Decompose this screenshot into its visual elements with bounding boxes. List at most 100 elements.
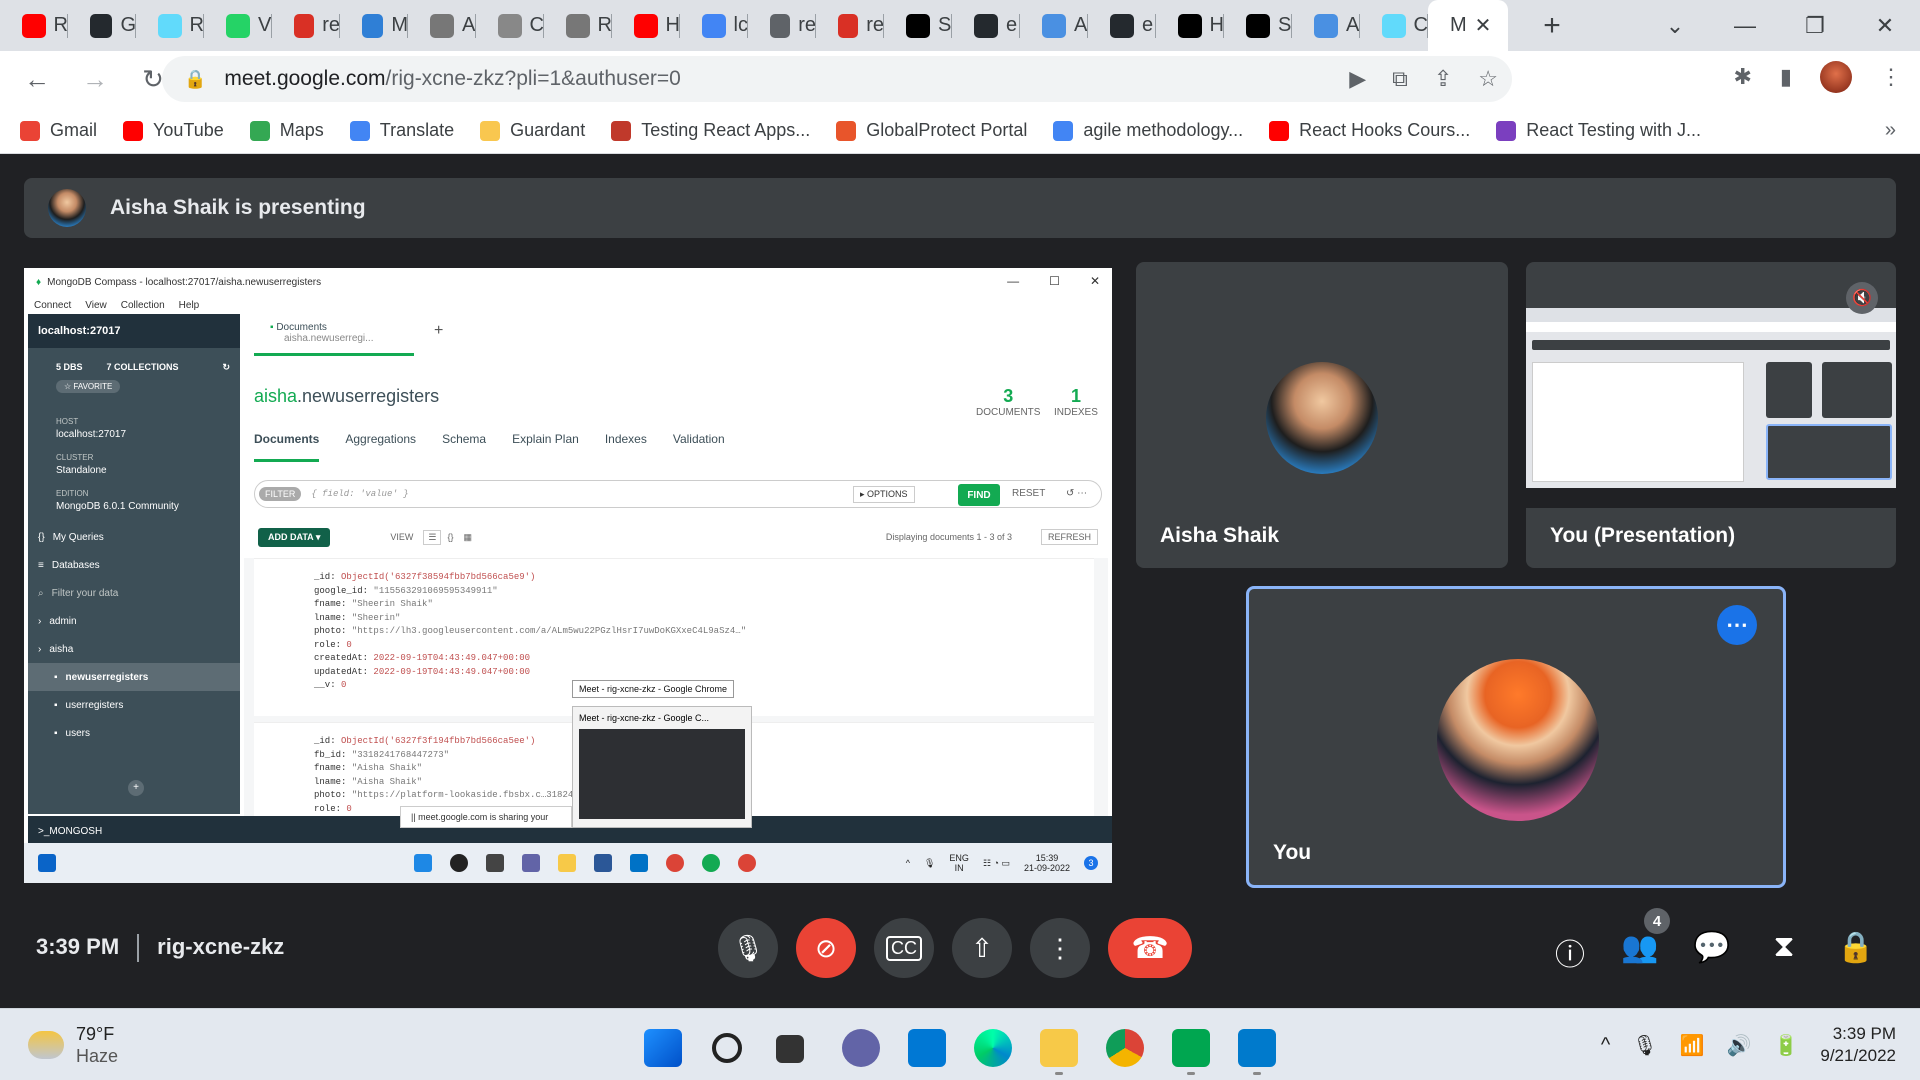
tab-19[interactable]: A <box>1292 0 1360 51</box>
side-panel-icon[interactable]: ▮ <box>1780 64 1792 90</box>
more-options-button[interactable]: ⋮ <box>1030 918 1090 978</box>
tree-label: userregisters <box>65 699 124 711</box>
tab-4[interactable]: re <box>272 0 340 51</box>
file-explorer-icon[interactable] <box>1040 1029 1078 1075</box>
tray-volume-icon[interactable]: 🔊 <box>1727 1033 1752 1058</box>
task-view-icon[interactable] <box>776 1035 804 1063</box>
address-bar[interactable]: 🔒 meet.google.com/rig-xcne-zkz?pli=1&aut… <box>162 56 1512 102</box>
tab-5[interactable]: M <box>340 0 408 51</box>
tab-13[interactable]: S <box>884 0 952 51</box>
tab-17[interactable]: H <box>1156 0 1224 51</box>
tab-9[interactable]: H <box>612 0 680 51</box>
start-icon[interactable] <box>644 1029 682 1067</box>
bookmark-label: agile methodology... <box>1083 120 1244 140</box>
bookmark-item[interactable]: Translate <box>349 120 454 141</box>
chat-app-icon[interactable] <box>842 1029 880 1067</box>
weather-temp: 79°F <box>76 1024 115 1044</box>
shared-lang: ENG IN <box>949 853 969 873</box>
tab-20[interactable]: C <box>1360 0 1428 51</box>
more-vert-icon: ⋮ <box>1047 932 1073 963</box>
microphone-button[interactable]: 🎙 <box>718 918 778 978</box>
tab-11[interactable]: re <box>748 0 816 51</box>
profile-avatar[interactable] <box>1820 61 1852 93</box>
tab-7[interactable]: C <box>476 0 544 51</box>
restore-icon[interactable]: ❐ <box>1780 13 1850 39</box>
bookmark-item[interactable]: Testing React Apps... <box>611 120 810 141</box>
bookmark-star-icon[interactable]: ☆ <box>1478 66 1498 92</box>
close-window-icon[interactable]: ✕ <box>1850 13 1920 39</box>
tab-0[interactable]: R <box>0 0 68 51</box>
search-icon[interactable] <box>712 1033 742 1063</box>
tray-chevron-icon[interactable]: ^ <box>1601 1034 1610 1057</box>
people-button[interactable]: 👥 <box>1620 930 1660 965</box>
tab-10[interactable]: lc <box>680 0 748 51</box>
weather-widget[interactable]: 79°F Haze <box>28 1023 118 1067</box>
edge-icon[interactable] <box>974 1029 1012 1067</box>
menu-icon[interactable]: ⋮ <box>1880 64 1902 90</box>
tab-14[interactable]: e <box>952 0 1020 51</box>
tab-3[interactable]: V <box>204 0 272 51</box>
chat-button[interactable]: 💬 <box>1692 930 1732 965</box>
mute-icon[interactable]: 🔇 <box>1846 282 1878 314</box>
bookmark-item[interactable]: Gmail <box>20 120 97 141</box>
tab-label: S <box>1278 14 1292 36</box>
tile-presentation[interactable]: 🔇 You (Presentation) <box>1526 262 1896 568</box>
dbs-count: 5 DBS <box>56 362 83 372</box>
tray-mic-icon[interactable]: 🎙 <box>1632 1033 1657 1058</box>
new-tab-button[interactable]: + <box>1532 9 1572 43</box>
camera-icon[interactable]: ▶ <box>1349 66 1366 92</box>
chrome-icon[interactable] <box>1106 1029 1144 1067</box>
meeting-details-button[interactable]: ⓘ <box>1550 930 1590 974</box>
testing-icon <box>1496 120 1517 141</box>
activities-button[interactable]: ⧗ <box>1764 930 1804 964</box>
tile-more-options-icon[interactable]: ⋯ <box>1717 605 1757 645</box>
shared-screen[interactable]: ♦ MongoDB Compass - localhost:27017/aish… <box>24 268 1112 883</box>
youtube-icon <box>123 120 144 141</box>
host-controls-button[interactable]: 🔒 <box>1836 930 1876 965</box>
bookmark-item[interactable]: YouTube <box>123 120 224 141</box>
tab-8[interactable]: R <box>544 0 612 51</box>
extensions-icon[interactable]: ✱ <box>1733 64 1751 90</box>
back-icon[interactable]: ← <box>16 64 58 95</box>
bookmark-item[interactable]: GlobalProtect Portal <box>836 120 1027 141</box>
participant-count-badge: 4 <box>1644 908 1670 934</box>
forward-icon[interactable]: → <box>74 64 116 95</box>
share-icon[interactable]: ⇪ <box>1434 66 1452 92</box>
tab-16[interactable]: e <box>1088 0 1156 51</box>
lock-icon[interactable]: 🔒 <box>184 69 206 90</box>
tile-aisha-shaik[interactable]: Aisha Shaik <box>1136 262 1508 568</box>
tile-you[interactable]: ⋯ You <box>1246 586 1786 888</box>
presenting-banner: Aisha Shaik is presenting <box>24 178 1896 238</box>
tray-clock[interactable]: 3:39 PM 9/21/2022 <box>1820 1023 1896 1067</box>
present-button[interactable]: ⇧ <box>952 918 1012 978</box>
tray-wifi-icon[interactable]: 📶 <box>1680 1033 1705 1058</box>
find-button: FIND <box>958 484 1000 506</box>
lock-person-icon: 🔒 <box>1837 931 1875 964</box>
tab-6[interactable]: A <box>408 0 476 51</box>
camera-button[interactable]: ⊘ <box>796 918 856 978</box>
history-icon: ↺ ⋯ <box>1066 488 1088 499</box>
minimize-icon[interactable]: — <box>1710 13 1780 39</box>
tray-battery-icon[interactable]: 🔋 <box>1773 1033 1798 1058</box>
bookmark-item[interactable]: agile methodology... <box>1053 120 1243 141</box>
tab-1[interactable]: G <box>68 0 136 51</box>
tab-2[interactable]: R <box>136 0 204 51</box>
bookmark-item[interactable]: React Testing with J... <box>1496 120 1701 141</box>
vscode-icon[interactable] <box>1238 1029 1276 1075</box>
open-external-icon[interactable]: ⧉ <box>1392 66 1408 92</box>
tab-close-icon[interactable]: ✕ <box>1475 13 1492 38</box>
remote-desktop-icon[interactable] <box>908 1029 946 1067</box>
doc-field: createdAt: 2022-09-19T04:43:49.047+00:00 <box>314 653 531 663</box>
google-chat-icon[interactable] <box>1172 1029 1210 1075</box>
tab-12[interactable]: re <box>816 0 884 51</box>
leave-call-button[interactable]: ☎ <box>1108 918 1192 978</box>
bookmark-item[interactable]: Guardant <box>480 120 585 141</box>
tab-18[interactable]: S <box>1224 0 1292 51</box>
captions-button[interactable]: CC <box>874 918 934 978</box>
bookmark-item[interactable]: React Hooks Cours... <box>1269 120 1470 141</box>
tab-search-icon[interactable]: ⌄ <box>1640 13 1710 39</box>
bookmarks-overflow-icon[interactable]: » <box>1885 119 1896 142</box>
tab-15[interactable]: A <box>1020 0 1088 51</box>
bookmark-item[interactable]: Maps <box>249 120 324 141</box>
tab-active-meet[interactable]: M ✕ <box>1428 0 1508 51</box>
